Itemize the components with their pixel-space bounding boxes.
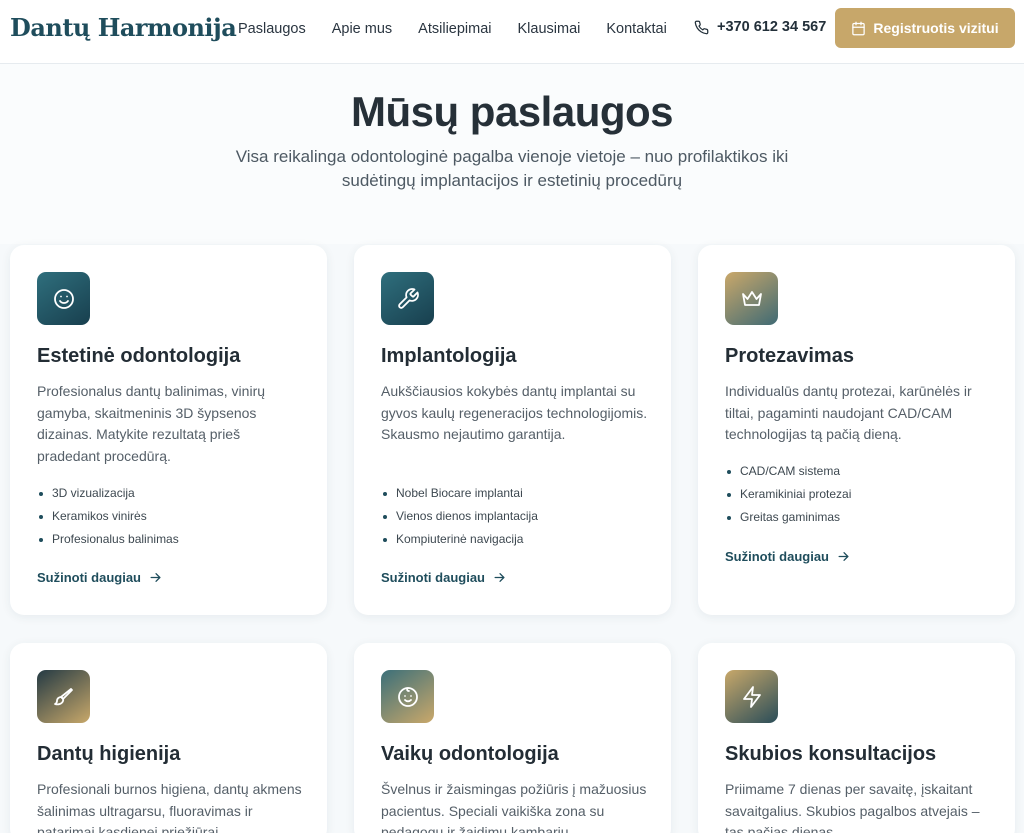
learn-more-label: Sužinoti daugiau: [37, 570, 141, 585]
arrow-right-icon: [150, 573, 161, 582]
phone-number: +370 612 34 567: [717, 19, 827, 35]
nav-paslaugos[interactable]: Paslaugos: [238, 20, 306, 38]
learn-more-link[interactable]: Sužinoti daugiau: [37, 570, 162, 585]
learn-more-link[interactable]: Sužinoti daugiau: [381, 570, 506, 585]
service-description: Priimame 7 dienas per savaitę, įskaitant…: [725, 781, 980, 833]
arrow-right-icon: [494, 573, 505, 582]
phone-link[interactable]: +370 612 34 567: [694, 19, 826, 35]
list-item: 3D vizualizacija: [37, 482, 179, 505]
page-subtitle: Visa reikalinga odontologinė pagalba vie…: [235, 147, 789, 190]
nav-kontaktai[interactable]: Kontaktai: [606, 20, 666, 38]
service-title: Estetinė odontologija: [37, 345, 241, 367]
service-card-pediatric: Vaikų odontologija Švelnus ir žaismingas…: [354, 643, 671, 833]
list-item: Kompiuterinė navigacija: [381, 528, 538, 551]
baby-icon: [397, 686, 418, 707]
service-icon-box: [725, 670, 778, 723]
service-description: Profesionalus dantų balinimas, vinirų ga…: [37, 383, 266, 464]
site-logo[interactable]: Dantų Harmonija: [10, 13, 237, 42]
service-description: Profesionali burnos higiena, dantų akmen…: [37, 781, 302, 833]
nav-atsiliepimai[interactable]: Atsiliepimai: [418, 20, 491, 38]
list-item: CAD/CAM sistema: [725, 460, 851, 483]
nav-klausimai[interactable]: Klausimai: [518, 20, 581, 38]
service-card-emergency: Skubios konsultacijos Priimame 7 dienas …: [698, 643, 1015, 833]
register-visit-label: Registruotis vizitui: [873, 20, 999, 36]
page-title: Mūsų paslaugos: [350, 88, 674, 135]
service-icon-box: [37, 272, 90, 325]
learn-more-label: Sužinoti daugiau: [381, 570, 485, 585]
feature-list: Nobel Biocare implantai Vienos dienos im…: [381, 482, 538, 551]
list-item: Nobel Biocare implantai: [381, 482, 538, 505]
list-item: Vienos dienos implantacija: [381, 505, 538, 528]
service-card-aesthetic: Estetinė odontologija Profesionalus dant…: [10, 245, 327, 615]
service-card-prosthetics: Protezavimas Individualūs dantų protezai…: [698, 245, 1015, 615]
feature-list: CAD/CAM sistema Keramikiniai protezai Gr…: [725, 460, 851, 529]
service-card-hygiene: Dantų higienija Profesionali burnos higi…: [10, 643, 327, 833]
learn-more-link[interactable]: Sužinoti daugiau: [725, 549, 850, 564]
brush-icon: [53, 687, 73, 705]
arrow-right-icon: [838, 552, 849, 561]
list-item: Profesionalus balinimas: [37, 528, 179, 551]
service-title: Vaikų odontologija: [381, 743, 559, 765]
register-visit-button[interactable]: Registruotis vizitui: [835, 8, 1015, 48]
service-title: Dantų higienija: [37, 743, 181, 765]
service-icon-box: [381, 670, 434, 723]
service-title: Protezavimas: [725, 345, 854, 367]
list-item: Keramikos vinirės: [37, 505, 179, 528]
service-icon-box: [37, 670, 90, 723]
service-description: Švelnus ir žaismingas požiūris į mažuosi…: [381, 781, 647, 833]
service-description: Aukščiausios kokybės dantų implantai su …: [381, 383, 648, 442]
list-item: Greitas gaminimas: [725, 506, 851, 529]
service-icon-box: [381, 272, 434, 325]
main-nav: Paslaugos Apie mus Atsiliepimai Klausima…: [238, 20, 693, 38]
lightning-icon: [742, 685, 761, 708]
service-title: Implantologija: [381, 345, 517, 367]
crown-icon: [741, 290, 762, 306]
service-description: Individualūs dantų protezai, karūnėlės i…: [725, 383, 972, 442]
list-item: Keramikiniai protezai: [725, 483, 851, 506]
service-icon-box: [725, 272, 778, 325]
service-title: Skubios konsultacijos: [725, 743, 937, 765]
phone-icon: [694, 20, 709, 34]
smile-icon: [53, 288, 74, 309]
feature-list: 3D vizualizacija Keramikos vinirės Profe…: [37, 482, 179, 551]
wrench-icon: [397, 287, 419, 309]
learn-more-label: Sužinoti daugiau: [725, 549, 829, 564]
site-header: Dantų Harmonija Paslaugos Apie mus Atsil…: [0, 0, 1024, 64]
service-card-implantology: Implantologija Aukščiausios kokybės dant…: [354, 245, 671, 615]
nav-apie-mus[interactable]: Apie mus: [332, 20, 392, 38]
calendar-icon: [852, 21, 866, 35]
